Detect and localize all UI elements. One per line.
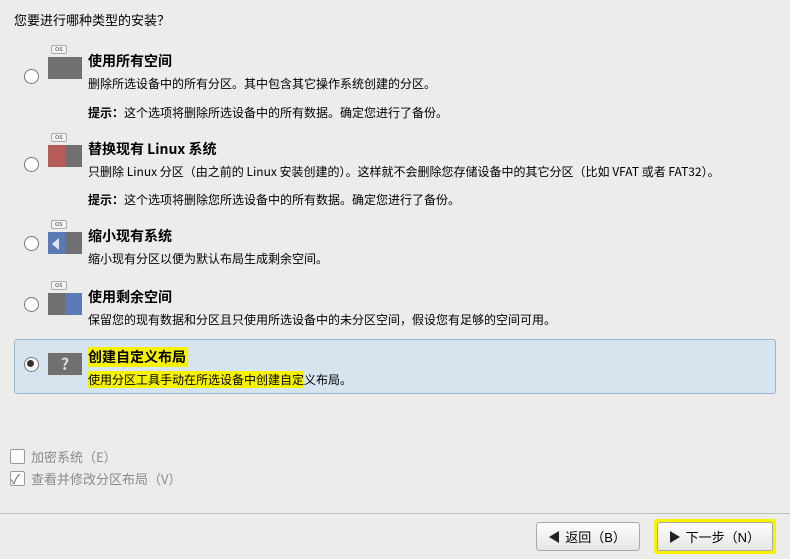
- option-title: 替换现有 Linux 系统: [88, 139, 770, 159]
- option-title: 创建自定义布局: [88, 347, 770, 367]
- option-free-space[interactable]: os 使用剩余空间 保留您的现有数据和分区且只使用所选设备中的未分区空间，假设您…: [14, 279, 776, 334]
- disk-custom-icon: ?: [48, 347, 82, 375]
- review-layout-row[interactable]: 查看并修改分区布局（V）: [10, 469, 181, 488]
- disk-shrink-icon: os: [48, 226, 82, 254]
- option-replace-linux[interactable]: os 替换现有 Linux 系统 只删除 Linux 分区（由之前的 Linux…: [14, 131, 776, 213]
- arrow-left-icon: [549, 531, 559, 543]
- option-shrink[interactable]: os 缩小现有系统 缩小现有分区以便为默认布局生成剩余空间。: [14, 218, 776, 273]
- encrypt-checkbox[interactable]: [10, 449, 25, 464]
- option-desc: 缩小现有分区以便为默认布局生成剩余空间。: [88, 250, 770, 269]
- option-desc: 只删除 Linux 分区（由之前的 Linux 安装创建的）。这样就不会删除您存…: [88, 163, 770, 182]
- option-title: 使用所有空间: [88, 51, 770, 71]
- radio-free-space[interactable]: [24, 297, 39, 312]
- radio-shrink[interactable]: [24, 236, 39, 251]
- radio-use-all-space[interactable]: [24, 69, 39, 84]
- install-options-extra: 加密系统（E） 查看并修改分区布局（V）: [10, 444, 181, 491]
- option-custom-layout[interactable]: ? 创建自定义布局 使用分区工具手动在所选设备中创建自定义布局。: [14, 339, 776, 394]
- option-use-all-space[interactable]: os 使用所有空间 删除所选设备中的所有分区。其中包含其它操作系统创建的分区。 …: [14, 43, 776, 125]
- review-checkbox[interactable]: [10, 471, 25, 486]
- review-label: 查看并修改分区布局（V）: [31, 469, 181, 488]
- option-desc: 保留您的现有数据和分区且只使用所选设备中的未分区空间，假设您有足够的空间可用。: [88, 311, 770, 330]
- radio-custom-layout[interactable]: [24, 357, 39, 372]
- footer: 返回（B） 下一步（N）: [0, 513, 790, 559]
- option-title: 缩小现有系统: [88, 226, 770, 246]
- install-type-options: os 使用所有空间 删除所选设备中的所有分区。其中包含其它操作系统创建的分区。 …: [14, 43, 776, 394]
- install-type-question: 您要进行哪种类型的安装？: [14, 10, 776, 29]
- option-desc: 使用分区工具手动在所选设备中创建自定义布局。: [88, 371, 770, 390]
- arrow-right-icon: [670, 531, 680, 543]
- encrypt-system-row[interactable]: 加密系统（E）: [10, 447, 181, 466]
- option-tip: 提示：这个选项将删除所选设备中的所有数据。确定您进行了备份。: [88, 104, 770, 121]
- disk-free-icon: os: [48, 287, 82, 315]
- radio-replace-linux[interactable]: [24, 157, 39, 172]
- option-title: 使用剩余空间: [88, 287, 770, 307]
- option-tip: 提示：这个选项将删除您所选设备中的所有数据。确定您进行了备份。: [88, 191, 770, 208]
- back-button[interactable]: 返回（B）: [536, 522, 640, 551]
- disk-icon: os: [48, 51, 82, 79]
- disk-replace-icon: os: [48, 139, 82, 167]
- option-desc: 删除所选设备中的所有分区。其中包含其它操作系统创建的分区。: [88, 75, 770, 94]
- next-button[interactable]: 下一步（N）: [657, 522, 773, 551]
- encrypt-label: 加密系统（E）: [31, 447, 117, 466]
